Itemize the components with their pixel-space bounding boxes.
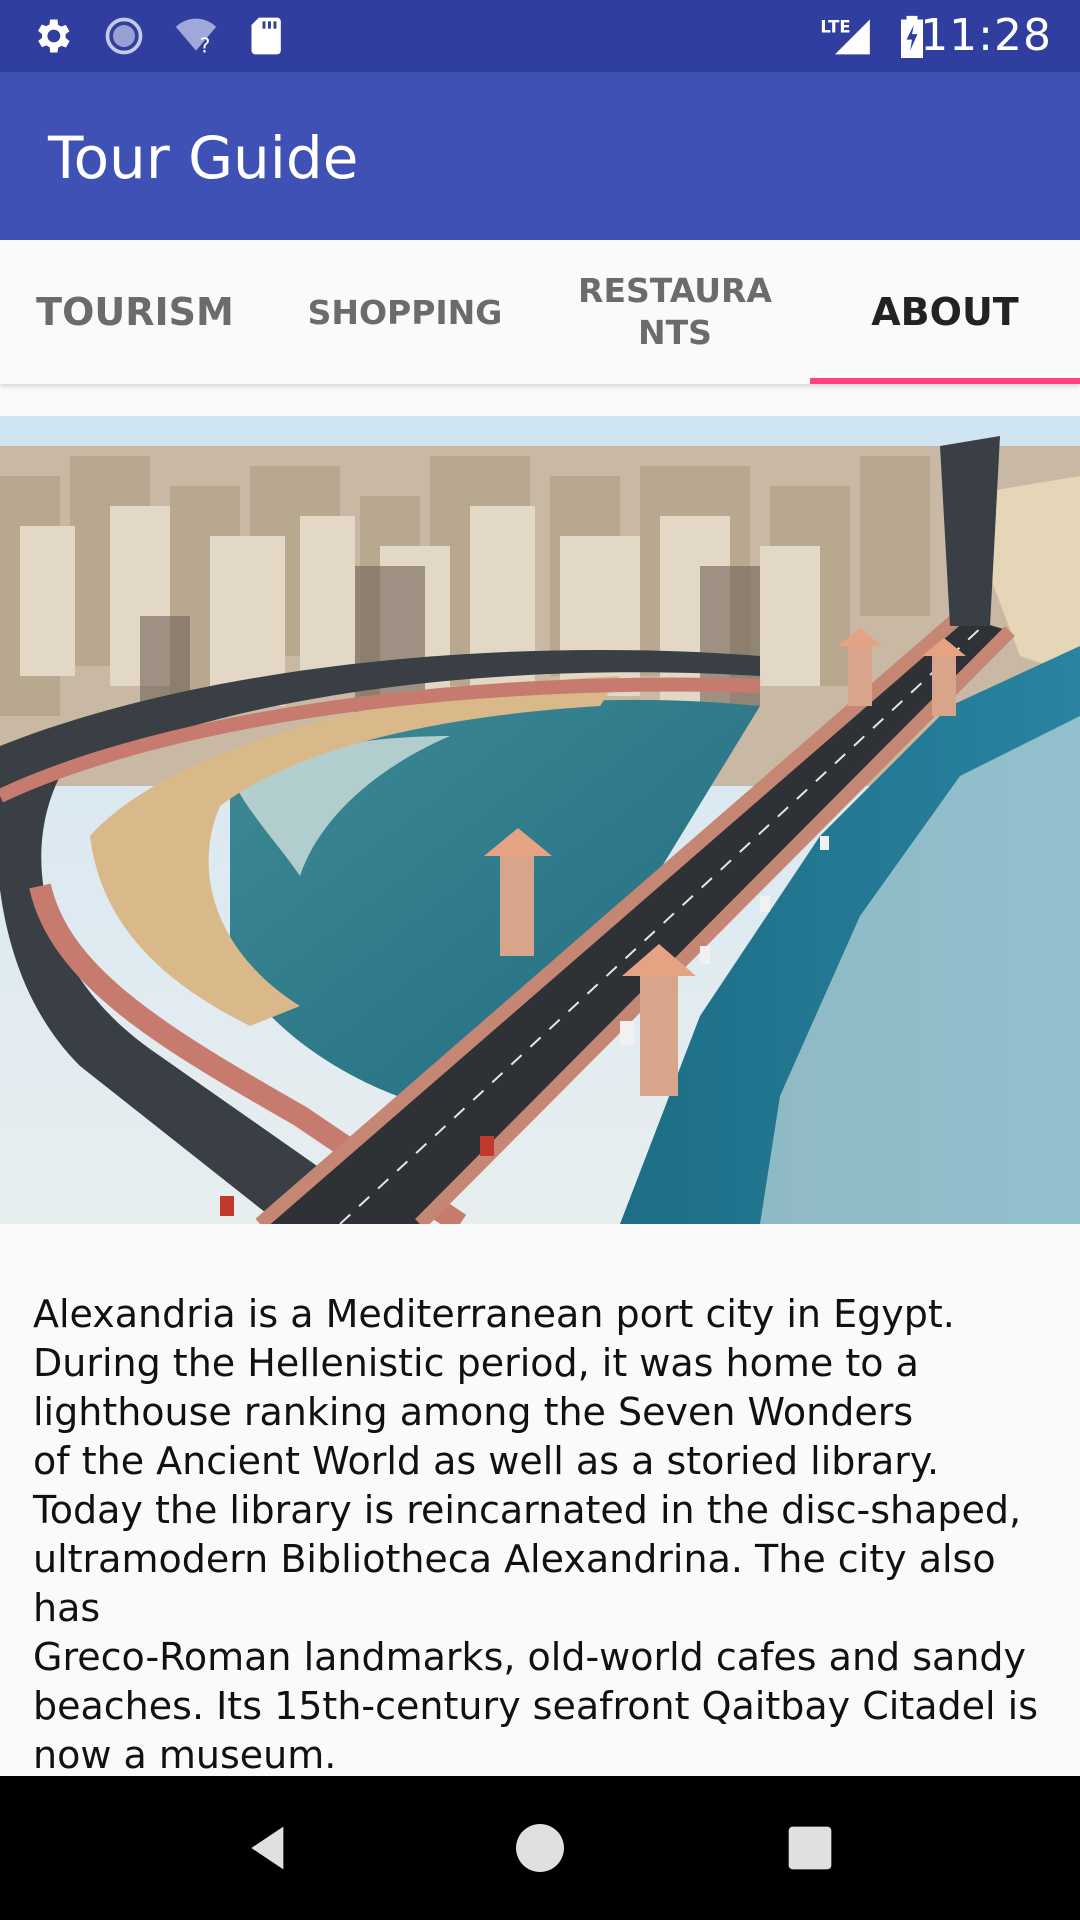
- back-icon[interactable]: [238, 1816, 302, 1880]
- app-title: Tour Guide: [48, 124, 359, 192]
- navigation-bar: [0, 1776, 1080, 1920]
- gear-icon: [38, 19, 70, 53]
- svg-text:LTE: LTE: [820, 17, 850, 36]
- svg-text:?: ?: [200, 34, 211, 58]
- app-bar: Tour Guide: [0, 72, 1080, 240]
- status-bar: ? LTE 11:28: [0, 0, 1080, 72]
- wifi-unknown-icon: ?: [175, 18, 217, 58]
- sync-icon: [105, 17, 143, 55]
- tab-restaurants[interactable]: RESTAURA NTS: [540, 240, 810, 384]
- sd-card-icon: [251, 17, 281, 55]
- about-description: Alexandria is a Mediterranean port city …: [33, 1292, 1038, 1777]
- tab-indicator: [810, 378, 1080, 384]
- recents-icon[interactable]: [778, 1816, 842, 1880]
- tab-about[interactable]: ABOUT: [810, 240, 1080, 384]
- lte-signal-icon: LTE: [820, 17, 870, 55]
- home-icon[interactable]: [508, 1816, 572, 1880]
- tab-tourism[interactable]: TOURISM: [0, 240, 270, 384]
- city-photo: [0, 416, 1080, 1224]
- tab-shopping[interactable]: SHOPPING: [270, 240, 540, 384]
- status-time: 11:28: [920, 10, 1052, 61]
- tab-bar: TOURISM SHOPPING RESTAURA NTS ABOUT: [0, 240, 1080, 384]
